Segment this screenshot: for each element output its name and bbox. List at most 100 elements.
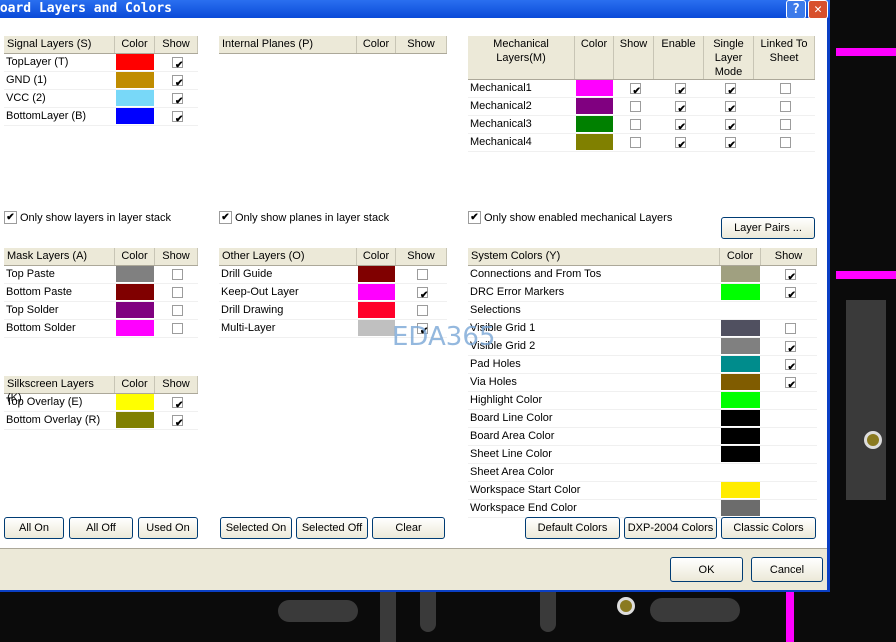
show-checkbox[interactable] [629,137,641,148]
column-header: Color [115,248,155,265]
color-swatch[interactable] [358,320,395,336]
layer-name: Top Overlay (E) [6,396,83,408]
table-row: Highlight Color [468,392,817,410]
color-swatch[interactable] [116,54,154,70]
only-show-mech-checkbox[interactable]: ✔ Only show enabled mechanical Layers [468,211,672,224]
show-checkbox[interactable]: ✔ [629,83,641,97]
layer-name: Bottom Solder [6,322,76,334]
show-checkbox[interactable]: ✔ [172,75,183,89]
show-checkbox[interactable]: ✔ [172,111,183,125]
layer-name: Keep-Out Layer [221,286,299,298]
selected-off-button[interactable]: Selected Off [296,517,368,539]
table-row: Bottom Solder [4,320,198,338]
help-button[interactable]: ? [786,0,806,19]
color-swatch[interactable] [116,394,154,410]
color-swatch[interactable] [576,116,613,132]
color-swatch[interactable] [116,302,154,318]
only-show-layers-checkbox[interactable]: ✔ Only show layers in layer stack [4,211,171,224]
show-checkbox[interactable]: ✔ [724,101,736,115]
show-checkbox[interactable] [780,119,791,130]
color-swatch[interactable] [721,428,760,444]
ok-button[interactable]: OK [670,557,743,582]
show-checkbox[interactable]: ✔ [784,287,796,301]
show-checkbox[interactable] [172,287,183,298]
show-checkbox[interactable]: ✔ [172,397,183,411]
color-swatch[interactable] [721,464,760,480]
color-swatch[interactable] [116,412,154,428]
color-swatch[interactable] [576,134,613,150]
color-swatch[interactable] [358,302,395,318]
show-checkbox[interactable]: ✔ [674,137,686,151]
show-checkbox[interactable]: ✔ [724,137,736,151]
default-colors-button[interactable]: Default Colors [525,517,620,539]
show-checkbox[interactable] [629,119,641,130]
show-checkbox[interactable]: ✔ [172,415,183,429]
show-cell [761,302,817,319]
layer-name: Top Solder [6,304,59,316]
selected-on-button[interactable]: Selected On [220,517,292,539]
show-checkbox[interactable]: ✔ [784,269,796,283]
show-checkbox[interactable]: ✔ [674,101,686,115]
classic-colors-button[interactable]: Classic Colors [721,517,816,539]
color-swatch[interactable] [358,284,395,300]
all-on-button[interactable]: All On [4,517,64,539]
show-checkbox[interactable] [417,305,428,316]
color-swatch[interactable] [721,320,760,336]
color-swatch[interactable] [721,410,760,426]
show-checkbox[interactable] [172,323,183,334]
show-checkbox[interactable]: ✔ [417,287,428,301]
layer-pairs-button[interactable]: Layer Pairs ... [721,217,815,239]
color-swatch[interactable] [576,98,613,114]
color-swatch[interactable] [721,302,760,318]
table-header: Other Layers (O) Color Show [219,248,447,266]
color-swatch[interactable] [721,482,760,498]
color-swatch[interactable] [721,392,760,408]
color-swatch[interactable] [721,374,760,390]
show-checkbox[interactable]: ✔ [172,57,183,71]
show-checkbox[interactable] [780,101,791,112]
show-checkbox[interactable] [172,269,183,280]
all-off-button[interactable]: All Off [69,517,133,539]
color-swatch[interactable] [721,266,760,282]
color-swatch[interactable] [116,72,154,88]
table-row: Drill Guide [219,266,447,284]
table-row: Top Solder [4,302,198,320]
color-swatch[interactable] [576,80,613,96]
show-checkbox[interactable]: ✔ [724,119,736,133]
color-swatch[interactable] [116,266,154,282]
only-show-planes-checkbox[interactable]: ✔ Only show planes in layer stack [219,211,389,224]
color-swatch[interactable] [721,500,760,516]
color-swatch[interactable] [721,446,760,462]
color-cell [115,90,155,107]
close-button[interactable]: ✕ [808,0,828,19]
show-checkbox[interactable] [784,323,796,334]
show-checkbox[interactable] [417,269,428,280]
color-swatch[interactable] [358,266,395,282]
show-checkbox[interactable]: ✔ [172,93,183,107]
show-checkbox[interactable] [780,83,791,94]
show-checkbox[interactable]: ✔ [724,83,736,97]
color-swatch[interactable] [721,284,760,300]
cancel-button[interactable]: Cancel [751,557,823,582]
clear-button[interactable]: Clear [372,517,445,539]
color-swatch[interactable] [116,320,154,336]
show-checkbox[interactable]: ✔ [784,341,796,355]
show-checkbox[interactable] [172,305,183,316]
show-checkbox[interactable] [780,137,791,148]
color-swatch[interactable] [721,338,760,354]
show-checkbox[interactable]: ✔ [674,119,686,133]
show-checkbox[interactable]: ✔ [784,359,796,373]
used-on-button[interactable]: Used On [138,517,198,539]
color-swatch[interactable] [116,108,154,124]
show-checkbox[interactable] [629,101,641,112]
color-swatch[interactable] [721,356,760,372]
column-header: Color [575,36,614,79]
layer-name: Multi-Layer [221,322,276,334]
dialog-footer: OK Cancel [0,548,827,590]
color-swatch[interactable] [116,90,154,106]
checkbox-icon: ✔ [219,211,232,224]
color-swatch[interactable] [116,284,154,300]
show-checkbox[interactable]: ✔ [674,83,686,97]
dxp-2004-colors-button[interactable]: DXP-2004 Colors [624,517,717,539]
show-checkbox[interactable]: ✔ [784,377,796,391]
